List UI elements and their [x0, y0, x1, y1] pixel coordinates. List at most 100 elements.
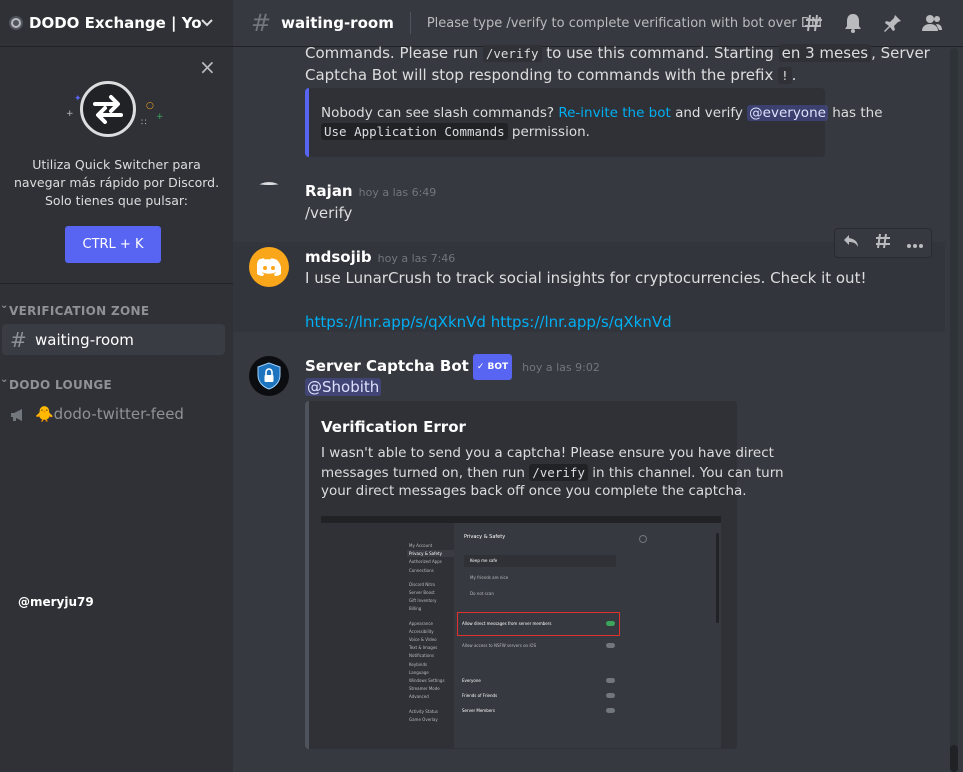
hashtag-icon: #: [10, 327, 27, 352]
header-divider: [409, 12, 411, 34]
create-thread-icon[interactable]: [875, 233, 891, 253]
shortcut-button[interactable]: CTRL + K: [65, 226, 161, 263]
author-name[interactable]: Server Captcha Bot: [305, 357, 469, 375]
server-name: DODO Exchange | Yo...: [29, 14, 201, 32]
screenshot-menu-item: Game Overlay: [409, 716, 438, 722]
bell-icon[interactable]: [842, 12, 864, 34]
screenshot-menu-item: Server Boost: [409, 590, 435, 595]
screenshot-toggle: [606, 693, 615, 698]
screenshot-close-icon: [639, 535, 647, 543]
screenshot-friend-option: Server Members: [462, 708, 495, 713]
screenshot-menu-item: Text & Images: [409, 645, 438, 651]
sparkle-icon: ∷: [141, 118, 147, 128]
channel-sidebar: DODO Exchange | Yo... × ✦ + ○ + ∷ Utiliz…: [0, 0, 233, 772]
screenshot-menu-item: Keybinds: [409, 661, 428, 667]
embed-image[interactable]: My Account Privacy & Safety Authorized App…: [321, 516, 721, 748]
screenshot-settings-main: Privacy & Safety Keep me safe My friends…: [454, 523, 721, 748]
screenshot-toggle: [606, 621, 615, 626]
screenshot-menu-item: Authorized Apps: [409, 559, 442, 565]
member-list-icon[interactable]: [921, 12, 943, 34]
screenshot-scrollbar: [716, 533, 719, 623]
embed-title: Verification Error: [321, 418, 466, 436]
screenshot-menu-item: My Account: [409, 543, 433, 548]
pin-icon[interactable]: [882, 12, 904, 34]
screenshot-menu-item: Appearance: [409, 620, 434, 626]
channel-label: 🐥dodo-twitter-feed: [35, 404, 184, 423]
author-name[interactable]: Rajan: [305, 182, 353, 200]
screenshot-title: Privacy & Safety: [464, 534, 506, 540]
sparkle-icon: +: [156, 112, 164, 122]
channel-waiting-room[interactable]: # waiting-room: [2, 324, 225, 355]
screenshot-menu-item: Activity Status: [409, 708, 438, 714]
screenshot-toggle: [606, 643, 615, 648]
quick-switcher-card: × ✦ + ○ + ∷ Utiliza Quick Switcher para …: [0, 48, 233, 284]
screenshot-highlight-label: Allow direct messages from server member…: [462, 621, 552, 626]
reply-icon[interactable]: [843, 234, 859, 252]
screenshot-toggle: [606, 708, 615, 713]
category-dodo-lounge[interactable]: DODO LOUNGE: [0, 374, 112, 392]
avatar[interactable]: [249, 356, 289, 396]
screenshot-nsfw-label: Allow access to NSFW servers on iOS: [462, 643, 537, 648]
screenshot-menu-item: Billing: [409, 606, 422, 612]
more-options-icon[interactable]: [907, 234, 923, 252]
screenshot-settings-sidebar: My Account Privacy & Safety Authorized App…: [321, 523, 454, 748]
screenshot-toggle: [606, 678, 615, 683]
embed-text: messages turned on, then run /verify in …: [321, 464, 784, 481]
user-mention[interactable]: @Shobith: [305, 378, 382, 396]
message-content: I use LunarCrush to track social insight…: [305, 269, 867, 287]
embed-text: I wasn't able to send you a captcha! Ple…: [321, 445, 774, 461]
message-content: Commands. Please run /verify to use this…: [305, 44, 930, 62]
sparkle-icon: ○: [146, 101, 154, 111]
message-content: @Shobith: [305, 376, 382, 398]
everyone-mention[interactable]: @everyone: [747, 105, 828, 121]
message-header: Rajan hoy a las 6:49: [305, 180, 436, 204]
screenshot-menu-item: Accessibility: [409, 628, 434, 634]
channel-label: waiting-room: [35, 330, 134, 349]
watermark-text: @meryju79: [18, 595, 94, 609]
screenshot-menu-item: Voice & Video: [409, 637, 437, 642]
screenshot-titlebar: [321, 516, 721, 523]
category-verification-zone[interactable]: VERIFICATION ZONE: [0, 300, 149, 318]
sparkle-icon: +: [66, 109, 74, 119]
shield-lock-icon: [257, 362, 281, 390]
threads-icon[interactable]: [803, 12, 825, 34]
channel-title: waiting-room: [281, 14, 394, 32]
screenshot-menu-item: Language: [409, 669, 429, 675]
timestamp: hoy a las 9:02: [522, 361, 600, 374]
scrollbar-thumb[interactable]: [950, 745, 958, 772]
quick-switcher-arrows-icon: [80, 81, 136, 137]
hashtag-icon: #: [251, 9, 272, 37]
reinvite-link[interactable]: Re-invite the bot: [558, 105, 670, 121]
author-name[interactable]: mdsojib: [305, 248, 372, 266]
message-scrollbar[interactable]: [950, 48, 958, 772]
server-header[interactable]: DODO Exchange | Yo...: [0, 0, 233, 47]
screenshot-menu-item: Windows Settings: [409, 678, 445, 683]
discord-logo-icon: [257, 258, 281, 276]
message-link[interactable]: https://lnr.app/s/qXknVd https://lnr.app…: [305, 311, 672, 333]
megaphone-icon: [10, 402, 27, 426]
screenshot-menu-item: Streamer Mode: [409, 686, 440, 692]
channel-dodo-twitter-feed[interactable]: 🐥dodo-twitter-feed: [2, 398, 225, 429]
screenshot-menu-item: Connections: [409, 567, 434, 573]
channel-topic[interactable]: Please type /verify to complete verifica…: [427, 16, 822, 31]
message-content: Captcha Bot will stop responding to comm…: [305, 66, 797, 84]
screenshot-menu-item: Advanced: [409, 694, 429, 700]
screenshot-menu-item: Notifications: [409, 653, 435, 659]
close-icon[interactable]: ×: [199, 57, 216, 77]
bot-badge: ✓ BOT: [472, 354, 513, 380]
avatar[interactable]: [249, 247, 289, 287]
embed-text: your direct messages back off once you c…: [321, 483, 747, 499]
screenshot-option: My friends are nice: [470, 575, 509, 580]
quick-switcher-text: Utiliza Quick Switcher para navegar más …: [13, 157, 220, 208]
message-content: /verify: [305, 204, 353, 222]
chevron-down-icon[interactable]: [201, 16, 213, 31]
screenshot-menu-item: Privacy & Safety: [409, 551, 442, 557]
screenshot-option: Do not scan: [470, 591, 494, 596]
screenshot-option: Keep me safe: [470, 558, 498, 563]
avatar[interactable]: [249, 182, 289, 222]
screenshot-friend-option: Friends of Friends: [462, 693, 498, 698]
server-icon: [9, 16, 23, 30]
timestamp: hoy a las 6:49: [358, 186, 437, 199]
screenshot-menu-item: Discord Nitro: [409, 581, 435, 587]
message-actions-toolbar: [834, 228, 932, 258]
